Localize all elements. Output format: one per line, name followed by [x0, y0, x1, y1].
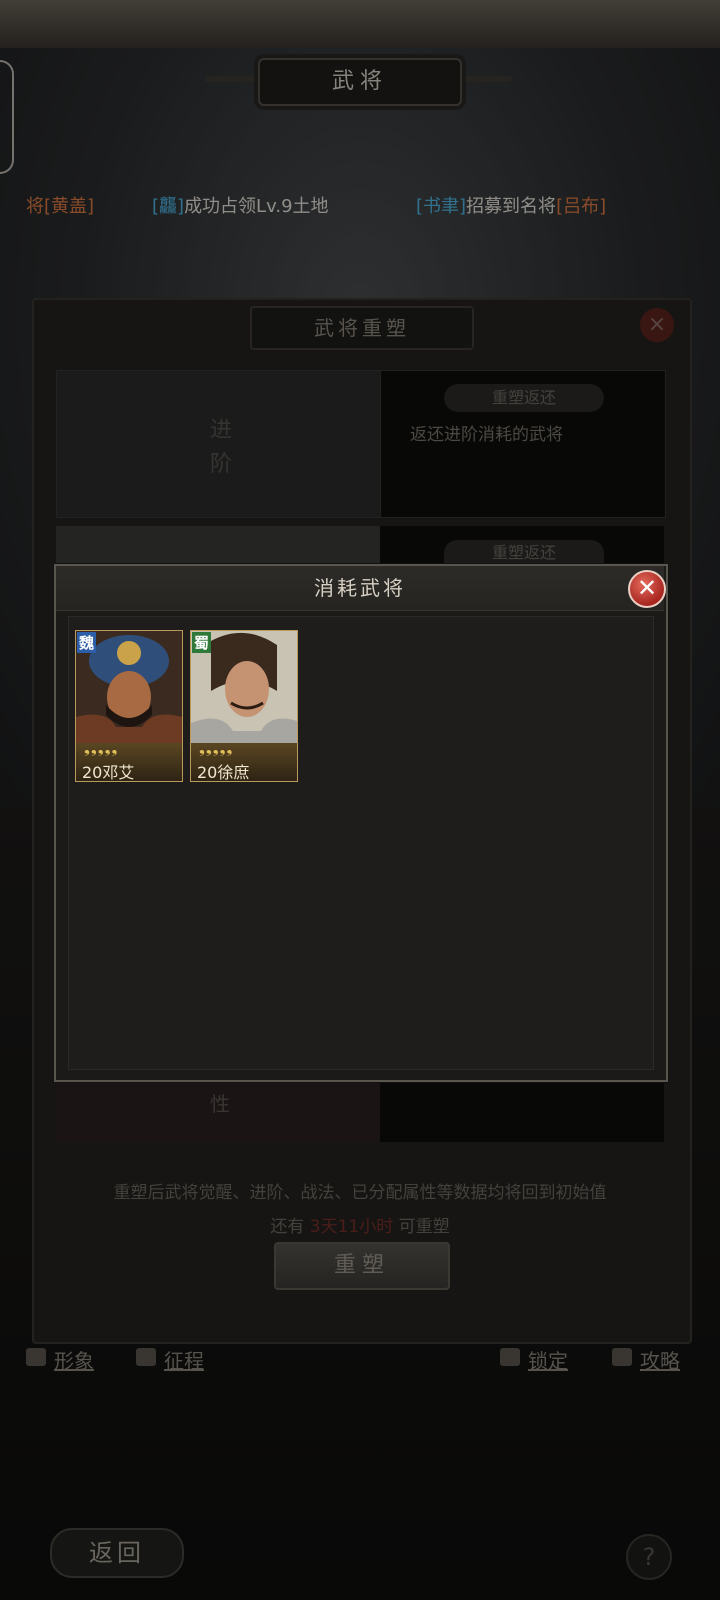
card-name: 徐庶	[217, 763, 250, 782]
card-level: 20	[197, 763, 218, 782]
general-card[interactable]: ❟❟❟❟❟ 20徐庶 蜀	[190, 630, 298, 782]
faction-badge: 蜀	[192, 632, 212, 653]
card-level-name: 20邓艾	[82, 759, 135, 782]
faction-badge: 魏	[77, 632, 97, 653]
close-icon[interactable]: ✕	[628, 570, 666, 608]
card-level: 20	[82, 763, 103, 782]
card-level-name: 20徐庶	[197, 759, 250, 782]
card-name: 邓艾	[102, 763, 135, 782]
star-rating: ❟❟❟❟❟	[84, 739, 119, 757]
star-rating: ❟❟❟❟❟	[199, 739, 234, 757]
general-card[interactable]: ❟❟❟❟❟ 20邓艾 魏	[75, 630, 183, 782]
popup-title: 消耗武将	[314, 576, 406, 600]
